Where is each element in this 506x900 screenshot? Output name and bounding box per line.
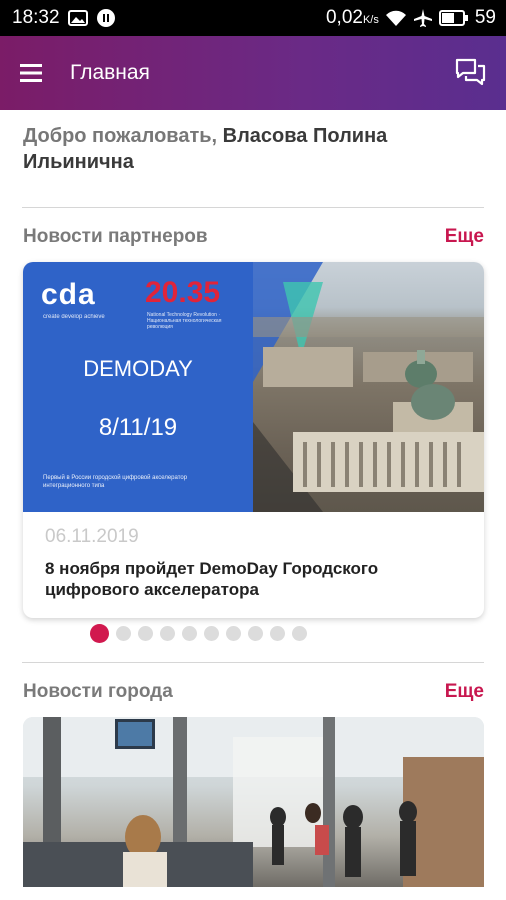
city-news-header: Новости города Еще (0, 677, 506, 707)
status-bar: 18:32 0,02K/s 59 (0, 0, 506, 36)
city-news-more-link[interactable]: Еще (445, 681, 484, 703)
cda-logo: cda (41, 278, 96, 311)
battery-level: 59 (474, 7, 496, 28)
airplane-icon (413, 8, 433, 28)
pager-dot-1[interactable] (89, 624, 109, 643)
data-rate: 0,02K/s (325, 7, 379, 28)
pager-dot-2[interactable] (115, 626, 131, 641)
section-title-partner-news: Новости партнеров (23, 226, 208, 247)
poster-footer: Первый в России городской цифровой аксел… (43, 475, 188, 489)
carousel-pager (0, 624, 506, 643)
pager-dot-3[interactable] (137, 626, 153, 641)
pager-dot-8[interactable] (247, 626, 263, 641)
news-card-body: 06.11.2019 8 ноября пройдет DemoDay Горо… (23, 512, 484, 618)
divider (22, 662, 484, 663)
poster-date: 8/11/19 (98, 414, 178, 441)
poster-headline: DEMODAY (83, 356, 193, 381)
app-bar: Главная (0, 36, 506, 110)
pager-dot-5[interactable] (181, 626, 197, 641)
news-card-image: cda create develop achieve 20.35 Nationa… (23, 262, 484, 512)
city-aerial-photo (253, 262, 484, 512)
demoday-poster: cda create develop achieve 20.35 Nationa… (23, 262, 253, 512)
news-title: 8 ноября пройдет DemoDay Городского цифр… (45, 559, 379, 599)
welcome-message: Добро пожаловать, Власова Полина Ильинич… (0, 110, 506, 175)
image-icon (67, 10, 88, 26)
2035-tagline: National Technology Revolution · Национа… (147, 312, 222, 330)
status-time: 18:32 (12, 7, 60, 28)
pause-icon (96, 8, 116, 28)
wifi-icon (385, 9, 407, 27)
partner-news-more-link[interactable]: Еще (445, 226, 484, 248)
section-title-city-news: Новости города (23, 681, 173, 702)
partner-news-header: Новости партнеров Еще (0, 222, 506, 252)
pager-dot-6[interactable] (203, 626, 219, 641)
cda-tagline: create develop achieve (43, 314, 105, 320)
pager-dot-4[interactable] (159, 626, 175, 641)
chat-bubbles-icon[interactable] (454, 56, 488, 90)
page-title: Главная (70, 61, 150, 84)
pager-dot-7[interactable] (225, 626, 241, 641)
battery-icon (438, 9, 469, 27)
2035-logo: 20.35 (145, 276, 221, 309)
divider (22, 207, 484, 208)
welcome-greeting: Добро пожаловать, (23, 125, 218, 147)
pager-dot-10[interactable] (291, 626, 307, 641)
hamburger-menu-icon[interactable] (18, 59, 46, 87)
news-date: 06.11.2019 (45, 526, 139, 547)
news-card[interactable]: cda create develop achieve 20.35 Nationa… (23, 262, 484, 618)
main-content: Добро пожаловать, Власова Полина Ильинич… (0, 110, 506, 900)
city-news-card-image[interactable] (23, 717, 484, 887)
pager-dot-9[interactable] (269, 626, 285, 641)
